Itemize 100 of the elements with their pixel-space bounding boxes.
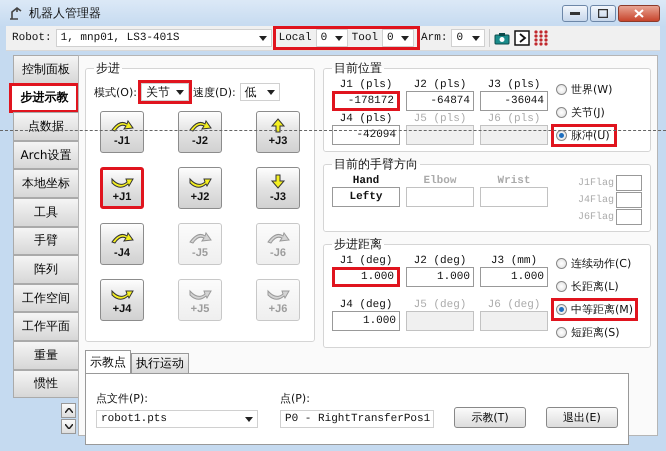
jog-button[interactable]: +J4	[100, 279, 144, 321]
field-label: Hand	[352, 175, 380, 187]
radio-button[interactable]	[556, 327, 567, 338]
maximize-button[interactable]	[590, 4, 616, 22]
group-title: 目前位置	[333, 60, 383, 77]
jog-button[interactable]: -J3	[256, 167, 300, 209]
input-field[interactable]	[406, 187, 474, 207]
radio-button[interactable]	[556, 106, 567, 118]
jog-button[interactable]: +J3	[256, 111, 300, 153]
scroll-up-button[interactable]	[61, 403, 76, 418]
action-button[interactable]: 退出(E)	[546, 407, 618, 428]
input-field[interactable]: -36044	[480, 91, 548, 111]
field-label: Wrist	[497, 175, 530, 187]
side-tab[interactable]: 控制面板	[13, 55, 78, 84]
jog-button[interactable]: -J4	[100, 223, 144, 265]
radio-option[interactable]: 短距离(S)	[554, 324, 636, 341]
robot-label: Robot:	[12, 32, 52, 44]
curved-arrow-icon	[190, 232, 212, 243]
field-label: J1 (pls)	[340, 79, 392, 91]
curved-arrow-icon	[112, 232, 134, 243]
jog-button[interactable]: -J2	[178, 111, 222, 153]
dropdown-caret-icon	[245, 416, 253, 422]
radio-button[interactable]	[556, 130, 567, 140]
dropdown-caret-icon	[258, 36, 267, 40]
dot-grid-icon[interactable]	[534, 30, 548, 46]
input-field[interactable]: 1.000	[332, 267, 400, 287]
field-label: J3 (pls)	[488, 79, 540, 91]
input-field[interactable]: 1.000	[332, 311, 400, 331]
side-tab[interactable]: 惯性	[13, 370, 78, 398]
field-label: J4 (deg)	[340, 299, 392, 311]
radio-option[interactable]: 连续动作(C)	[554, 255, 636, 272]
input-field[interactable]: -64874	[406, 91, 474, 111]
radio-button[interactable]	[556, 258, 567, 269]
dropdown-caret-icon	[401, 36, 410, 40]
side-tab[interactable]: 本地坐标	[13, 169, 78, 198]
point-file-label: 点文件(P):	[96, 391, 149, 406]
side-tab[interactable]: 工具	[13, 198, 78, 227]
close-button[interactable]	[618, 4, 660, 22]
action-button[interactable]: 示教(T)	[454, 407, 526, 428]
jog-button[interactable]: +J2	[178, 167, 222, 209]
up-arrow-icon	[270, 118, 286, 132]
side-tab[interactable]: 手臂	[13, 226, 78, 256]
curved-arrow-icon	[190, 290, 212, 300]
side-tab[interactable]: Arch设置	[13, 140, 78, 170]
side-tab[interactable]: 阵列	[13, 255, 78, 284]
minimize-button[interactable]	[562, 4, 588, 22]
input-field[interactable]	[406, 311, 474, 331]
point-file-dropdown[interactable]: robot1.pts	[96, 410, 258, 428]
flag-label: J4Flag	[578, 194, 614, 206]
group-title: 步进距离	[333, 236, 383, 253]
flag-field[interactable]	[616, 192, 642, 208]
input-field[interactable]	[480, 187, 548, 207]
radio-option[interactable]: 世界(W)	[554, 80, 614, 98]
flag-field[interactable]	[616, 209, 642, 225]
play-box-icon[interactable]	[514, 30, 530, 46]
group-title: 步进	[95, 60, 121, 77]
local-dropdown[interactable]: 0	[316, 29, 348, 47]
side-tab[interactable]: 重量	[13, 340, 78, 370]
input-field[interactable]	[480, 125, 548, 145]
maximize-icon	[598, 8, 608, 18]
radio-option[interactable]: 长距离(L)	[554, 278, 636, 295]
input-field[interactable]: -178172	[332, 91, 400, 111]
input-field[interactable]: 1.000	[480, 267, 548, 287]
radio-option[interactable]: 脉冲(U)	[554, 126, 614, 144]
dropdown-caret-icon	[334, 36, 343, 40]
radio-button[interactable]	[556, 304, 567, 315]
robot-dropdown[interactable]: 1, mnp01, LS3-401S	[56, 29, 272, 47]
flag-label: J6Flag	[578, 212, 614, 222]
field-label: J5 (pls)	[414, 113, 466, 125]
field-label: J2 (deg)	[414, 255, 466, 267]
flag-field[interactable]	[616, 175, 642, 191]
tool-dropdown[interactable]: 0	[382, 29, 414, 47]
jog-button[interactable]: -J1	[100, 111, 144, 153]
radio-button[interactable]	[556, 281, 567, 292]
arm-dropdown[interactable]: 0	[451, 29, 486, 47]
side-tab[interactable]: 步进示教	[10, 84, 78, 112]
jog-button[interactable]: +J1	[100, 167, 144, 209]
point-dropdown[interactable]: P0 - RightTransferPos1	[280, 410, 434, 428]
chevron-down-icon	[64, 424, 72, 429]
field-label: J1 (deg)	[340, 255, 392, 267]
radio-option[interactable]: 关节(J)	[554, 104, 614, 120]
close-icon	[634, 8, 644, 18]
speed-dropdown[interactable]: 低	[240, 83, 280, 101]
speed-label: 速度(D):	[192, 84, 236, 100]
input-field[interactable]	[406, 125, 474, 145]
radio-button[interactable]	[556, 84, 567, 94]
tab[interactable]: 示教点	[85, 350, 131, 373]
mode-dropdown[interactable]: 关节	[140, 83, 189, 101]
dropdown-caret-icon	[176, 90, 184, 94]
input-field[interactable]	[480, 311, 548, 331]
input-field[interactable]: 1.000	[406, 267, 474, 287]
side-tab[interactable]: 工作平面	[13, 312, 78, 341]
camera-icon[interactable]	[494, 32, 510, 44]
field-label: J6 (pls)	[488, 113, 540, 125]
side-tab[interactable]: 工作空间	[13, 284, 78, 312]
tab[interactable]: 执行运动	[131, 353, 189, 373]
radio-option[interactable]: 中等距离(M)	[554, 301, 636, 318]
field-label: J4 (pls)	[340, 113, 392, 125]
input-field[interactable]: Lefty	[332, 187, 400, 207]
scroll-down-button[interactable]	[61, 419, 76, 434]
